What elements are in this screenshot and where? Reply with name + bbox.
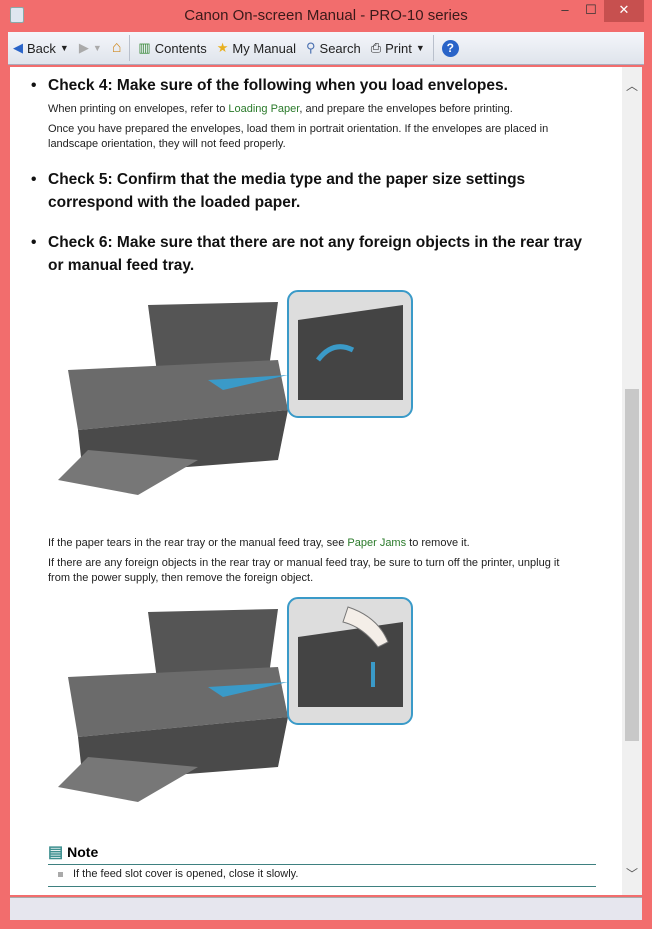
- scroll-up-icon[interactable]: ︿: [622, 77, 642, 94]
- printer-rear-tray-illustration: [58, 290, 413, 495]
- divider: [129, 35, 131, 61]
- help-button[interactable]: ?: [437, 35, 464, 61]
- back-button[interactable]: ◀ Back ▼: [8, 35, 74, 61]
- back-label: Back: [27, 40, 56, 56]
- foreign-objects-paragraph: If there are any foreign objects in the …: [48, 557, 560, 584]
- text: If the paper tears in the rear tray or t…: [48, 537, 348, 549]
- toolbar: ◀ Back ▼ ▶ ▼ ⌂ ▥ Contents ★ My Manual ⚲ Search…: [8, 32, 644, 65]
- my-manual-button[interactable]: ★ My Manual: [212, 35, 301, 61]
- close-button[interactable]: ✕: [604, 0, 644, 22]
- note-item: If the feed slot cover is opened, close …: [48, 864, 596, 887]
- search-button[interactable]: ⚲ Search: [301, 35, 366, 61]
- chevron-down-icon: ▼: [59, 43, 69, 53]
- text: When printing on envelopes, refer to: [48, 103, 229, 115]
- status-bar: [10, 897, 642, 920]
- chevron-down-icon: ▼: [92, 43, 102, 53]
- forward-arrow-icon: ▶: [78, 40, 89, 55]
- check4-heading: Check 4: Make sure of the following when…: [31, 74, 588, 97]
- book-icon: ▥: [138, 40, 151, 55]
- check4-paragraph-1: When printing on envelopes, refer to Loa…: [48, 102, 578, 117]
- check6-heading: Check 6: Make sure that there are not an…: [31, 231, 588, 277]
- star-icon: ★: [216, 40, 229, 55]
- title-bar: Canon On-screen Manual - PRO-10 series –…: [0, 0, 652, 32]
- home-icon: ⌂: [111, 39, 122, 56]
- book-icon: ▤: [48, 844, 64, 861]
- contents-label: Contents: [154, 40, 207, 56]
- paper-tears-paragraph: If the paper tears in the rear tray or t…: [48, 536, 578, 551]
- search-label: Search: [319, 40, 361, 56]
- home-button[interactable]: ⌂: [107, 35, 127, 61]
- print-button[interactable]: ⎙ Print ▼: [366, 35, 430, 61]
- note-title: Note: [67, 844, 99, 860]
- chevron-down-icon: ▼: [415, 43, 425, 53]
- help-icon: ?: [441, 39, 459, 57]
- minimize-button[interactable]: –: [552, 0, 578, 22]
- printer-remove-object-illustration: [58, 597, 413, 802]
- back-arrow-icon: ◀: [13, 40, 23, 55]
- text: , and prepare the envelopes before print…: [299, 103, 513, 115]
- printer-icon: ⎙: [370, 40, 382, 55]
- maximize-button[interactable]: ☐: [578, 0, 604, 22]
- forward-button[interactable]: ▶ ▼: [74, 35, 107, 61]
- loading-paper-link[interactable]: Loading Paper: [228, 103, 299, 115]
- scrollbar-thumb[interactable]: [625, 389, 639, 741]
- search-icon: ⚲: [306, 40, 316, 55]
- scroll-down-icon[interactable]: ﹀: [622, 865, 642, 882]
- contents-button[interactable]: ▥ Contents: [133, 35, 211, 61]
- paper-jams-link[interactable]: Paper Jams: [347, 537, 406, 549]
- text: to remove it.: [406, 537, 470, 549]
- check5-heading: Check 5: Confirm that the media type and…: [31, 168, 588, 214]
- check4-paragraph-2: Once you have prepared the envelopes, lo…: [48, 123, 549, 150]
- divider: [432, 35, 434, 61]
- manual-content: Check 4: Make sure of the following when…: [10, 67, 622, 895]
- my-manual-label: My Manual: [232, 40, 296, 56]
- note-heading: ▤ Note: [48, 842, 596, 865]
- vertical-scrollbar[interactable]: ︿ ﹀: [622, 67, 642, 895]
- print-label: Print: [385, 40, 412, 56]
